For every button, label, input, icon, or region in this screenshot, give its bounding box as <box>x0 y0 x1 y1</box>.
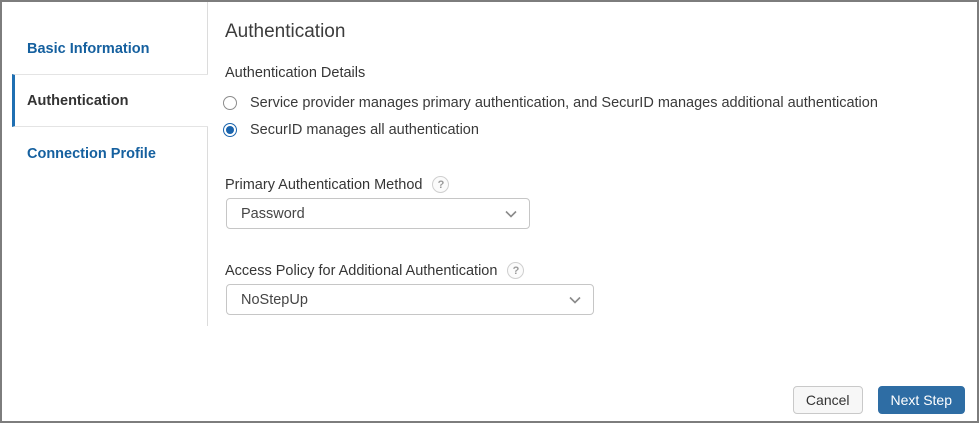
chevron-down-icon <box>505 210 517 218</box>
primary-auth-method-select[interactable]: Password <box>226 198 530 229</box>
sidebar-item-connection-profile[interactable]: Connection Profile <box>27 146 156 162</box>
access-policy-label: Access Policy for Additional Authenticat… <box>225 262 498 279</box>
help-icon[interactable]: ? <box>507 262 525 279</box>
access-policy-select[interactable]: NoStepUp <box>226 284 594 315</box>
radio-selected-icon[interactable] <box>223 123 237 137</box>
wizard-step-sidebar: Basic Information Authentication Connect… <box>2 2 208 326</box>
radio-option-securid-manages-all[interactable]: SecurID manages all authentication <box>223 122 479 138</box>
page-title: Authentication <box>225 21 346 42</box>
primary-auth-method-label: Primary Authentication Method <box>225 176 423 193</box>
next-step-button[interactable]: Next Step <box>877 386 965 414</box>
authentication-setup-page: Basic Information Authentication Connect… <box>0 0 979 423</box>
help-icon[interactable]: ? <box>432 176 450 193</box>
authentication-details-label: Authentication Details <box>225 65 366 81</box>
cancel-button[interactable]: Cancel <box>792 386 863 414</box>
footer-actions: Cancel Next Step <box>792 386 965 414</box>
radio-option-label: SecurID manages all authentication <box>250 122 479 138</box>
radio-option-label: Service provider manages primary authent… <box>250 95 878 111</box>
chevron-down-icon <box>569 296 581 304</box>
radio-option-service-provider-manages[interactable]: Service provider manages primary authent… <box>223 95 878 111</box>
sidebar-item-label: Authentication <box>27 92 129 109</box>
radio-unselected-icon[interactable] <box>223 96 237 110</box>
sidebar-item-authentication[interactable]: Authentication <box>12 74 208 127</box>
primary-auth-method-value: Password <box>241 205 305 222</box>
access-policy-value: NoStepUp <box>241 291 308 308</box>
sidebar-item-basic-information[interactable]: Basic Information <box>27 41 149 57</box>
